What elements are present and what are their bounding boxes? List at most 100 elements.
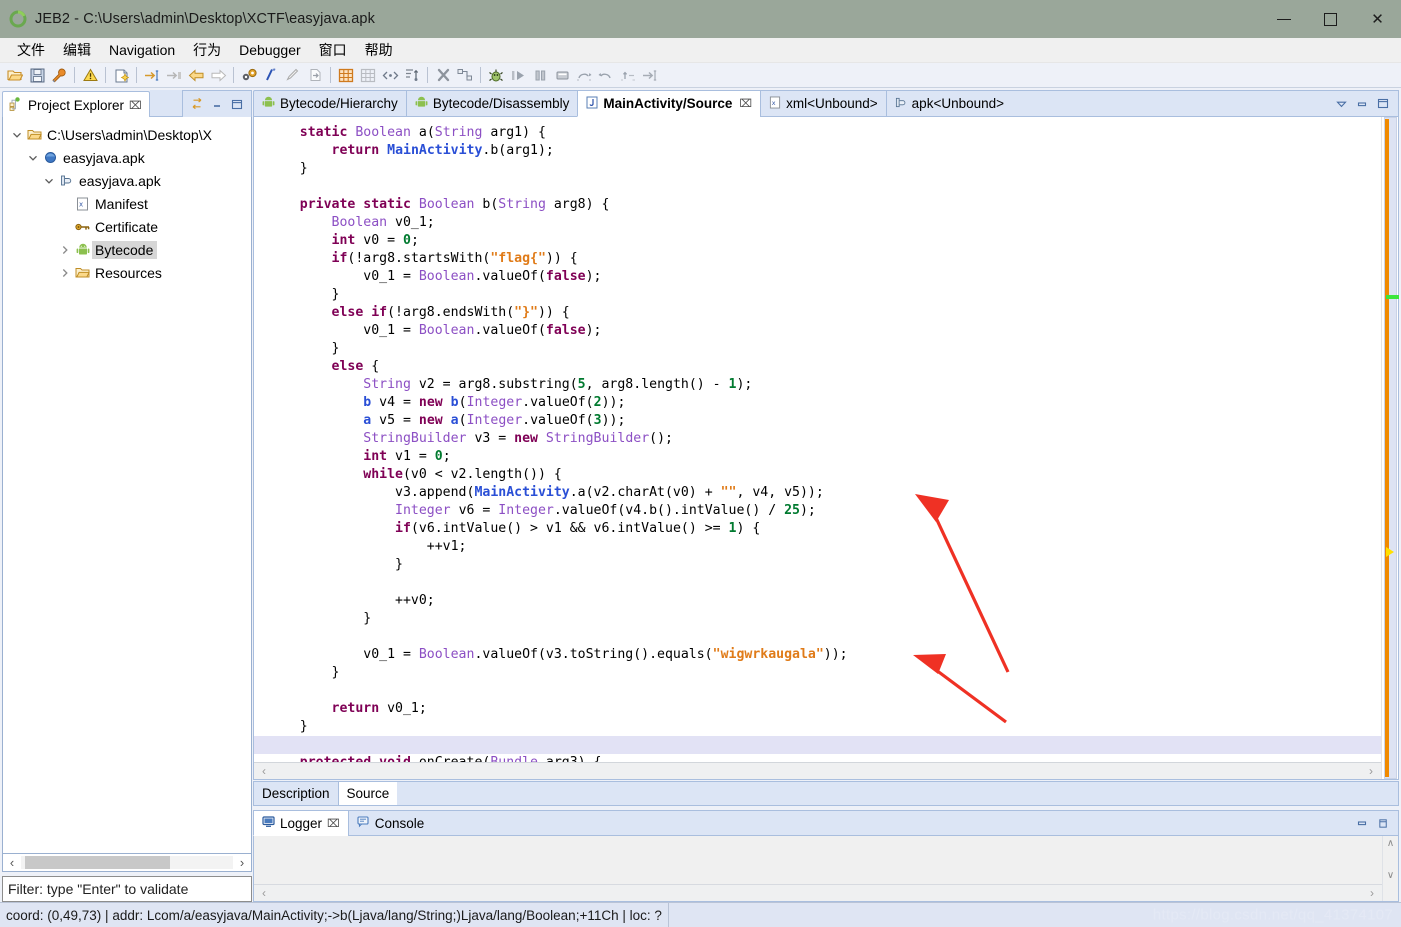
scroll-left-icon[interactable]: ‹ [262,764,266,778]
chevron-down-icon[interactable] [25,153,41,163]
code-line[interactable] [254,178,1381,196]
scroll-right-icon[interactable]: › [1369,764,1373,778]
forward-arrow-icon[interactable] [207,65,229,86]
comment-icon[interactable]: * [260,65,282,86]
scroll-down-icon[interactable]: ∨ [1387,870,1394,881]
tree-node-root[interactable]: C:\Users\admin\Desktop\X [3,123,251,146]
close-icon[interactable]: ⌧ [129,99,142,112]
code-line[interactable]: static Boolean a(String arg1) { [254,124,1381,142]
open-folder-icon[interactable] [4,65,26,86]
warning-icon[interactable] [79,65,101,86]
ruler-marker-yellow[interactable] [1386,547,1394,557]
overview-ruler[interactable] [1381,117,1399,779]
code-line[interactable] [254,628,1381,646]
filter-input[interactable]: Filter: type "Enter" to validate [2,876,252,902]
code-line[interactable]: } [254,160,1381,178]
close-icon[interactable]: ⌧ [739,97,752,110]
chevron-down-icon[interactable] [1332,95,1350,112]
code-line[interactable]: if(!arg8.startsWith("flag{")) { [254,250,1381,268]
scroll-right-icon[interactable]: › [233,855,251,870]
code-line[interactable]: a v5 = new a(Integer.valueOf(3)); [254,412,1381,430]
code-line[interactable]: } [254,286,1381,304]
code-line[interactable]: } [254,718,1381,736]
tab-logger[interactable]: Logger ⌧ [253,810,348,836]
scroll-track[interactable] [21,856,233,869]
code-line[interactable] [254,736,1381,754]
code-line[interactable]: StringBuilder v3 = new StringBuilder(); [254,430,1381,448]
tab-project-explorer[interactable]: Project Explorer ⌧ [2,91,150,118]
tree-node-manifest[interactable]: x Manifest [3,192,251,215]
code-line[interactable]: } [254,610,1381,628]
maximize-icon[interactable] [228,96,246,113]
code-line[interactable]: private static Boolean b(String arg8) { [254,196,1381,214]
code-line[interactable]: int v0 = 0; [254,232,1381,250]
code-line[interactable]: else if(!arg8.endsWith("}")) { [254,304,1381,322]
menu-edit[interactable]: 编辑 [54,40,100,60]
chevron-down-icon[interactable] [9,130,25,140]
delete-x-icon[interactable] [432,65,454,86]
ruler-thumb[interactable] [1385,119,1389,777]
code-line[interactable]: ++v0; [254,592,1381,610]
source-code[interactable]: static Boolean a(String arg1) { return M… [254,117,1381,762]
menu-navigation[interactable]: Navigation [100,40,184,60]
resume-icon[interactable] [639,65,661,86]
tree-node-apk-file[interactable]: easyjava.apk [3,146,251,169]
tab-mainactivity-source[interactable]: MainActivity/Source ⌧ [577,90,761,117]
grid-icon[interactable] [357,65,379,86]
close-button[interactable]: ✕ [1354,0,1401,38]
chevron-down-icon[interactable] [41,176,57,186]
scroll-left-icon[interactable]: ‹ [262,886,266,900]
code-line[interactable]: String v2 = arg8.substring(5, arg8.lengt… [254,376,1381,394]
step-return-icon[interactable] [595,65,617,86]
tree-node-resources[interactable]: Resources [3,261,251,284]
code-line[interactable]: while(v0 < v2.length()) { [254,466,1381,484]
gears-icon[interactable] [238,65,260,86]
run-icon[interactable] [507,65,529,86]
maximize-icon[interactable] [1374,815,1392,832]
tab-bytecode-disassembly[interactable]: Bytecode/Disassembly [405,90,578,117]
project-tree[interactable]: C:\Users\admin\Desktop\X easyjava.apk ea… [2,117,252,854]
logger-vscrollbar[interactable]: ∧ ∨ [1382,836,1398,901]
link-editor-icon[interactable] [188,96,206,113]
menu-action[interactable]: 行为 [184,40,230,60]
maximize-button[interactable] [1307,0,1354,38]
logger-hscrollbar[interactable]: ‹ › [254,884,1382,901]
scroll-right-icon[interactable]: › [1370,886,1374,900]
chevron-right-icon[interactable] [57,268,73,278]
tab-console[interactable]: Console [347,810,433,836]
minimize-icon[interactable] [208,96,226,113]
tab-xml-unbound[interactable]: x xml<Unbound> [760,90,886,117]
menu-file[interactable]: 文件 [8,40,54,60]
scroll-up-icon[interactable]: ∧ [1387,838,1394,849]
step-over-icon[interactable] [573,65,595,86]
menu-window[interactable]: 窗口 [310,40,356,60]
step-out-icon[interactable] [163,65,185,86]
minimize-icon[interactable] [1353,815,1371,832]
step-filter-icon[interactable] [617,65,639,86]
tab-bytecode-hierarchy[interactable]: Bytecode/Hierarchy [253,90,406,117]
code-line[interactable]: protected void onCreate(Bundle arg3) { [254,754,1381,762]
back-arrow-icon[interactable] [185,65,207,86]
code-line[interactable]: Integer v6 = Integer.valueOf(v4.b().intV… [254,502,1381,520]
tab-apk-unbound[interactable]: apk<Unbound> [885,90,1013,117]
code-line[interactable]: int v1 = 0; [254,448,1381,466]
code-line[interactable]: ++v1; [254,538,1381,556]
code-line[interactable] [254,574,1381,592]
export-icon[interactable] [304,65,326,86]
sort-icon[interactable] [401,65,423,86]
code-line[interactable] [254,682,1381,700]
compare-icon[interactable] [454,65,476,86]
code-line[interactable]: return MainActivity.b(arg1); [254,142,1381,160]
code-line[interactable]: v0_1 = Boolean.valueOf(false); [254,322,1381,340]
ruler-marker-green[interactable] [1386,295,1399,299]
maximize-icon[interactable] [1374,95,1392,112]
minimize-icon[interactable] [1353,95,1371,112]
tab-source[interactable]: Source [337,781,398,806]
code-line[interactable]: else { [254,358,1381,376]
save-icon[interactable] [26,65,48,86]
debug-bug-icon[interactable] [485,65,507,86]
close-icon[interactable]: ⌧ [327,817,340,830]
tree-node-bytecode[interactable]: Bytecode [3,238,251,261]
pause-icon[interactable] [529,65,551,86]
tree-node-certificate[interactable]: Certificate [3,215,251,238]
